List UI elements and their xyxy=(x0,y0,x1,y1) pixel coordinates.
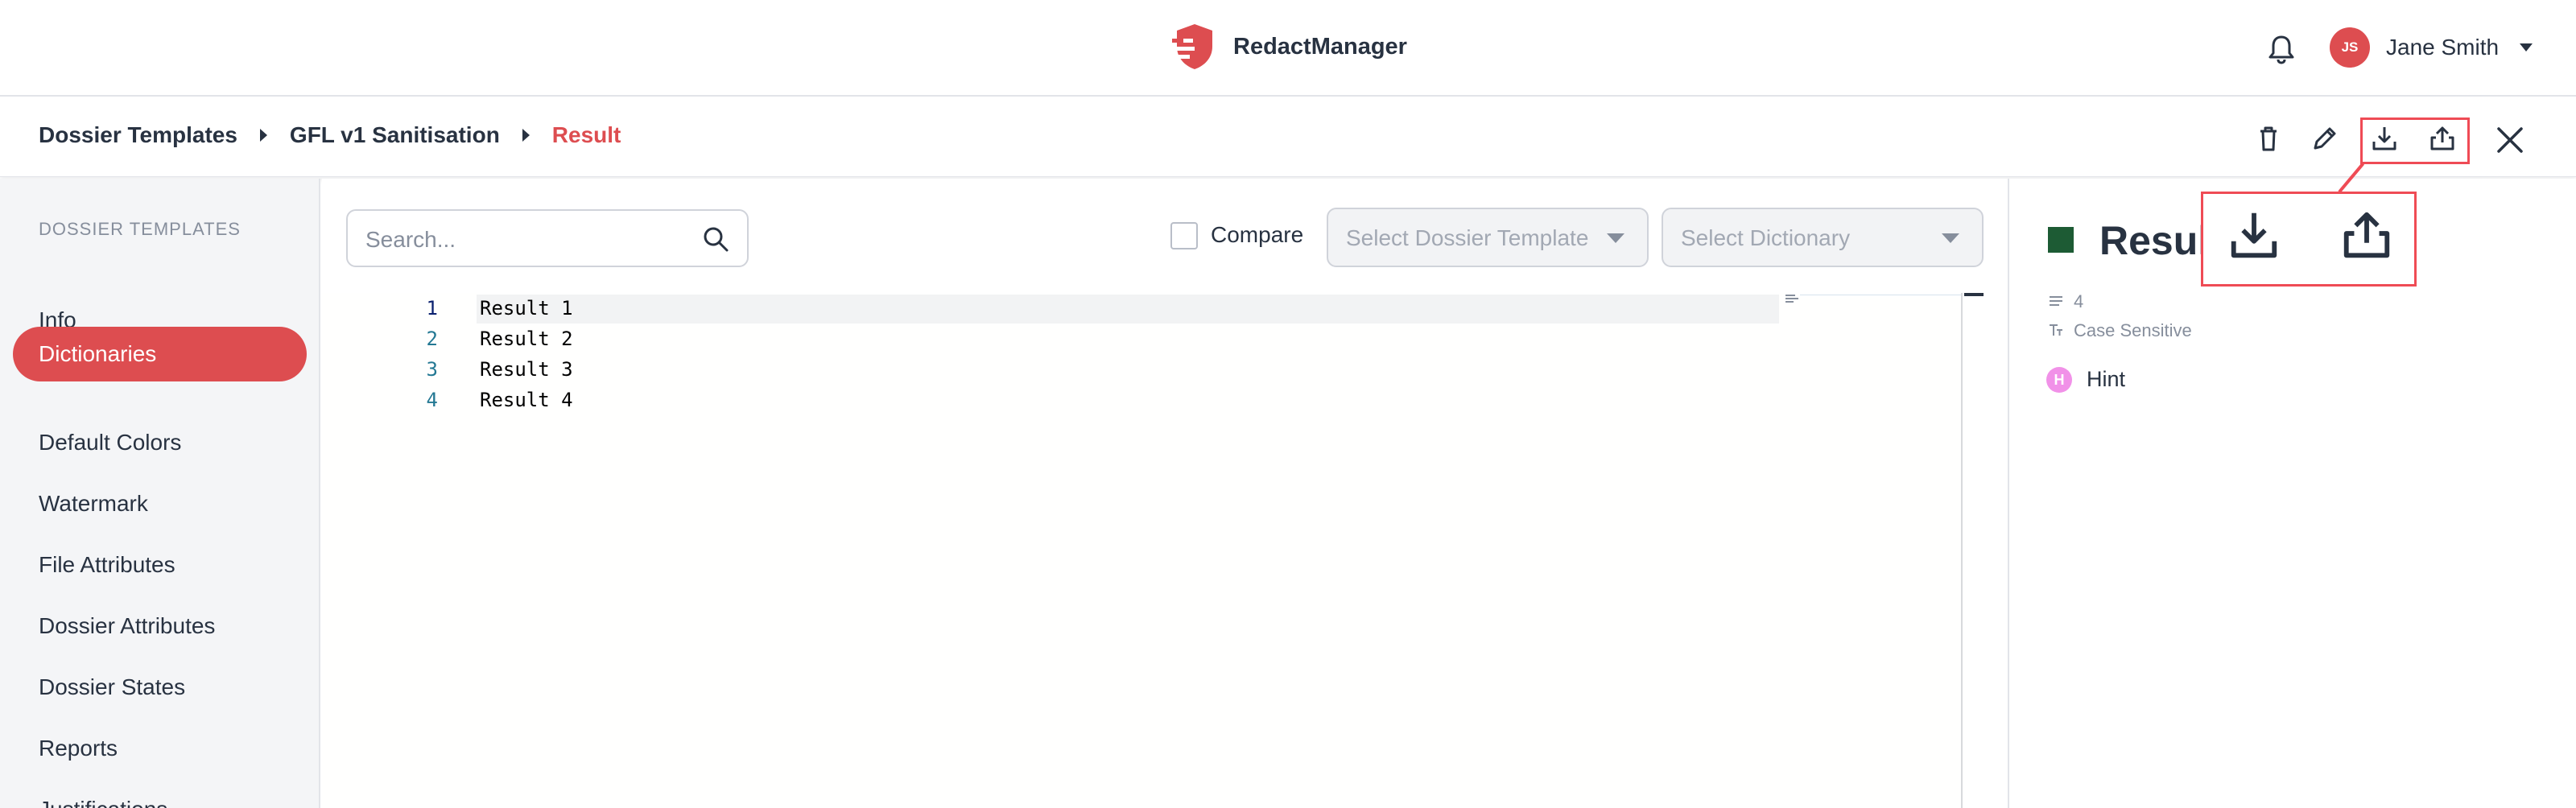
search-input[interactable]: Search... xyxy=(346,209,749,267)
chevron-down-icon xyxy=(1607,233,1624,243)
editor-line[interactable]: Result 2 xyxy=(480,328,573,350)
editor-line[interactable]: Result 4 xyxy=(480,389,573,411)
download-icon xyxy=(2231,212,2277,258)
case-sensitive-label: Case Sensitive xyxy=(2074,320,2192,340)
chevron-down-icon xyxy=(1942,233,1959,243)
app-logo[interactable]: RedactManager xyxy=(1172,23,1407,71)
breadcrumb-item-template[interactable]: GFL v1 Sanitisation xyxy=(290,122,500,148)
top-header: RedactManager JS Jane Smith xyxy=(0,0,2576,97)
line-number: 2 xyxy=(426,328,438,350)
breadcrumb-bar: Dossier Templates GFL v1 Sanitisation Re… xyxy=(0,98,2576,177)
compare-label[interactable]: Compare xyxy=(1211,222,1303,248)
sidebar: DOSSIER TEMPLATES Info Dictionaries Defa… xyxy=(0,179,320,808)
type-badge: H xyxy=(2046,367,2072,393)
app-name: RedactManager xyxy=(1233,33,1407,60)
minimap-icon xyxy=(1785,295,1798,303)
line-number: 3 xyxy=(426,358,438,381)
sidebar-item-watermark[interactable]: Watermark xyxy=(13,476,307,531)
select-dictionary[interactable]: Select Dictionary xyxy=(1662,208,1984,267)
sidebar-item-dictionaries[interactable]: Dictionaries xyxy=(13,327,307,381)
user-menu[interactable]: JS Jane Smith xyxy=(2330,27,2533,68)
highlight-zoom-callout xyxy=(2201,192,2417,287)
current-line-highlight xyxy=(477,295,1779,324)
select-dossier-template[interactable]: Select Dossier Template xyxy=(1327,208,1649,267)
bell-icon[interactable] xyxy=(2267,34,2296,64)
editor-line[interactable]: Result 1 xyxy=(480,297,573,319)
entries-count: 4 xyxy=(2074,291,2084,311)
select-dictionary-placeholder: Select Dictionary xyxy=(1681,225,1851,250)
line-number: 4 xyxy=(426,389,438,411)
editor-scrollbar[interactable] xyxy=(1961,293,1963,808)
case-sensitive-icon xyxy=(2050,324,2062,336)
breadcrumb-item-current: Result xyxy=(551,122,621,147)
type-label: Hint xyxy=(2087,367,2126,391)
breadcrumb-separator-icon xyxy=(259,129,267,142)
chevron-down-icon xyxy=(2520,43,2533,52)
scrollbar-thumb[interactable] xyxy=(1964,293,1984,296)
search-icon[interactable] xyxy=(702,225,729,253)
highlight-box-toolbar xyxy=(2360,117,2470,164)
edit-pencil-icon[interactable] xyxy=(2310,124,2339,153)
close-icon[interactable] xyxy=(2494,124,2526,156)
sidebar-title: DOSSIER TEMPLATES xyxy=(39,219,241,239)
sidebar-item-justifications[interactable]: Justifications xyxy=(13,782,307,808)
editor-line[interactable]: Result 3 xyxy=(480,358,573,381)
avatar: JS xyxy=(2330,27,2370,68)
dictionary-title: Resul xyxy=(2099,218,2210,263)
sidebar-item-default-colors[interactable]: Default Colors xyxy=(13,415,307,470)
upload-share-icon xyxy=(2343,212,2390,258)
sidebar-item-dossier-states[interactable]: Dossier States xyxy=(13,660,307,715)
compare-checkbox[interactable] xyxy=(1170,222,1198,249)
breadcrumb-separator-icon xyxy=(522,129,530,142)
breadcrumb: Dossier Templates GFL v1 Sanitisation Re… xyxy=(39,122,621,148)
breadcrumb-item-dossier-templates[interactable]: Dossier Templates xyxy=(39,122,237,148)
search-placeholder: Search... xyxy=(365,227,456,252)
sidebar-item-reports[interactable]: Reports xyxy=(13,721,307,776)
line-number: 1 xyxy=(426,297,438,319)
sidebar-item-dossier-attributes[interactable]: Dossier Attributes xyxy=(13,599,307,653)
redactmanager-logo-icon xyxy=(1172,24,1212,69)
dictionary-color-swatch xyxy=(2048,227,2074,253)
sidebar-item-file-attributes[interactable]: File Attributes xyxy=(13,538,307,592)
trash-icon[interactable] xyxy=(2254,124,2283,153)
user-name: Jane Smith xyxy=(2386,35,2500,60)
entries-list-icon xyxy=(2050,296,2062,306)
select-dossier-template-placeholder: Select Dossier Template xyxy=(1346,225,1589,250)
